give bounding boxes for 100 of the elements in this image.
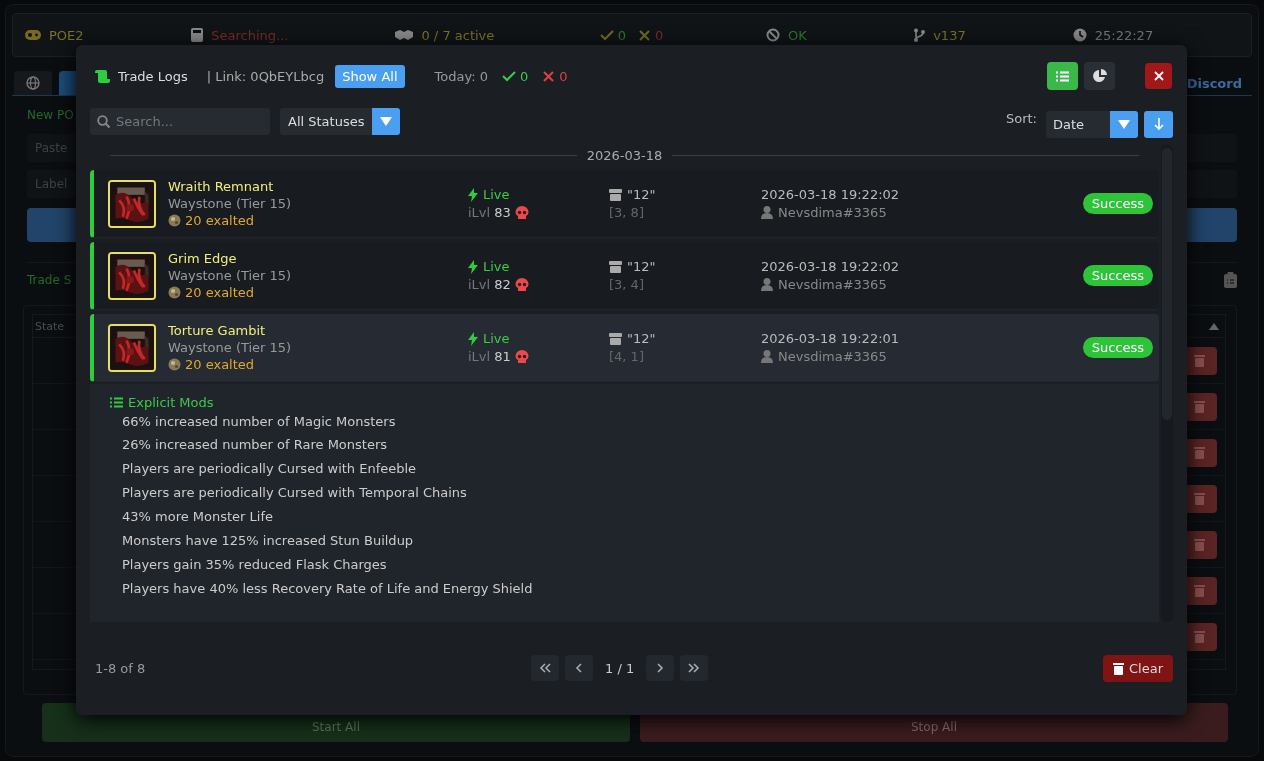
- check-icon: [599, 29, 614, 41]
- dialog-title: Trade Logs: [118, 68, 188, 84]
- ilvl-value: 83: [494, 203, 511, 222]
- gamepad-icon: [25, 29, 41, 41]
- prev-page-button[interactable]: [565, 655, 593, 681]
- mods-title: Explicit Mods: [128, 394, 214, 410]
- ilvl-label: iLvl: [468, 347, 491, 366]
- section-title: New PO: [27, 107, 74, 124]
- coin-icon: [168, 214, 181, 227]
- first-page-button[interactable]: [531, 655, 559, 681]
- trash-icon: [1193, 354, 1205, 367]
- item-base: Waystone (Tier 15): [168, 195, 293, 212]
- ilvl-label: iLvl: [468, 203, 491, 222]
- count-text: 0: [617, 27, 626, 43]
- item-base: Waystone (Tier 15): [168, 267, 293, 284]
- mod-line: 43% more Monster Life: [122, 508, 275, 526]
- stash-label: "12": [627, 185, 656, 204]
- status-text: POE2: [49, 27, 84, 43]
- log-entry[interactable]: Grim Edge Waystone (Tier 15) 20 exalted Live iLvl 82 "12" [3, 4] 2026-03-18 19:22:02 Nevsdima#3365 Success: [90, 242, 1159, 310]
- list-icon: [1056, 70, 1069, 82]
- mod-line: Players gain 35% reduced Flask Charges: [122, 556, 388, 574]
- mod-line: 26% increased number of Rare Monsters: [122, 436, 389, 454]
- count-text: 0: [519, 68, 529, 84]
- coin-icon: [168, 358, 181, 371]
- price-text: 20 exalted: [185, 212, 255, 229]
- trash-icon: [1193, 630, 1205, 643]
- trash-icon: [1193, 538, 1205, 551]
- timestamp: 2026-03-18 19:22:01: [761, 329, 901, 348]
- status-filter-dropdown[interactable]: All Statuses: [280, 107, 401, 135]
- first-chevron-icon: [539, 663, 551, 673]
- calculator-icon: [191, 28, 204, 42]
- price-text: 20 exalted: [185, 284, 255, 301]
- trash-icon: [1113, 661, 1124, 675]
- item-name: Grim Edge: [168, 250, 238, 267]
- clock-icon: [1072, 28, 1087, 42]
- ban-icon: [765, 28, 780, 42]
- next-page-button[interactable]: [646, 655, 675, 681]
- page-indicator: 1 / 1: [605, 660, 635, 676]
- status-badge: Success: [1082, 265, 1153, 286]
- status-text: Searching...: [211, 27, 289, 43]
- user-icon: [761, 206, 773, 219]
- scroll-icon: [95, 69, 110, 83]
- timestamp: 2026-03-18 19:22:02: [761, 257, 901, 276]
- count-text: 0: [559, 68, 568, 84]
- mode-text: Live: [483, 329, 510, 348]
- mod-line: 66% increased number of Magic Monsters: [122, 413, 397, 431]
- sort-label: Sort:: [1005, 111, 1037, 126]
- stash-label: "12": [627, 329, 656, 348]
- ilvl-value: 81: [494, 347, 511, 366]
- prev-chevron-icon: [573, 663, 585, 673]
- date-heading: 2026-03-18: [586, 147, 663, 163]
- cross-icon: [638, 28, 651, 42]
- ilvl-label: iLvl: [468, 275, 491, 294]
- status-text: OK: [787, 27, 807, 43]
- search-icon: [97, 114, 110, 128]
- page-range: 1-8 of 8: [95, 660, 147, 676]
- check-icon: [501, 70, 516, 82]
- mode-text: Live: [483, 185, 510, 204]
- cross-icon: [542, 69, 556, 83]
- caret-icon: [1118, 119, 1130, 129]
- last-chevron-icon: [688, 663, 701, 673]
- last-page-button[interactable]: [680, 655, 709, 681]
- item-name: Torture Gambit: [168, 322, 267, 339]
- log-entry[interactable]: Wraith Remnant Waystone (Tier 15) 20 exalted Live iLvl 83 "12" [3, 8] 2026-03-18 19:22:02 Nevsdima#3365 Success: [90, 170, 1159, 238]
- pie-chart-icon: [1092, 69, 1107, 83]
- status-badge: Success: [1082, 337, 1153, 358]
- link-text: | Link: 0QbEYLbcg: [206, 68, 325, 84]
- sort-direction-button[interactable]: [1144, 110, 1173, 138]
- ilvl-value: 82: [494, 275, 511, 294]
- mod-line: Monsters have 125% increased Stun Buildup: [122, 532, 415, 550]
- mode-text: Live: [483, 257, 510, 276]
- clear-button[interactable]: Clear: [1103, 654, 1173, 682]
- mod-line: Players have 40% less Recovery Rate of Life and Energy Shield: [122, 580, 534, 598]
- count-text: 0: [655, 27, 664, 43]
- search-field[interactable]: Search...: [90, 107, 270, 135]
- user-icon: [761, 350, 773, 363]
- lightning-icon: [468, 331, 478, 346]
- view-button[interactable]: [1084, 62, 1115, 90]
- tab[interactable]: [14, 71, 52, 95]
- close-button[interactable]: [1145, 63, 1172, 89]
- sort-dropdown[interactable]: Date: [1046, 110, 1138, 138]
- lightning-icon: [468, 259, 478, 274]
- clipboard-icon: [1224, 272, 1237, 288]
- box-icon: [609, 188, 622, 201]
- log-entry[interactable]: Torture Gambit Waystone (Tier 15) 20 exalted Live iLvl 81 "12" [4, 1] 2026-03-18 19:22:01 Nevsdima#3365 Success: [90, 314, 1159, 382]
- player-name: Nevsdima#3365: [778, 203, 887, 222]
- player-name: Nevsdima#3365: [778, 275, 887, 294]
- arrow-down-icon: [1153, 118, 1164, 130]
- price-text: 20 exalted: [185, 356, 255, 373]
- globe-icon: [26, 76, 40, 90]
- today-count: Today: 0: [434, 68, 488, 84]
- stash-label: "12": [627, 257, 656, 276]
- list-icon: [110, 396, 123, 408]
- sort-up-icon: [1209, 322, 1219, 330]
- status-text: 25:22:27: [1094, 27, 1154, 43]
- player-name: Nevsdima#3365: [778, 347, 887, 366]
- box-icon: [609, 332, 622, 345]
- trash-icon: [1193, 446, 1205, 459]
- caret-icon: [380, 116, 393, 126]
- trash-icon: [1193, 400, 1205, 413]
